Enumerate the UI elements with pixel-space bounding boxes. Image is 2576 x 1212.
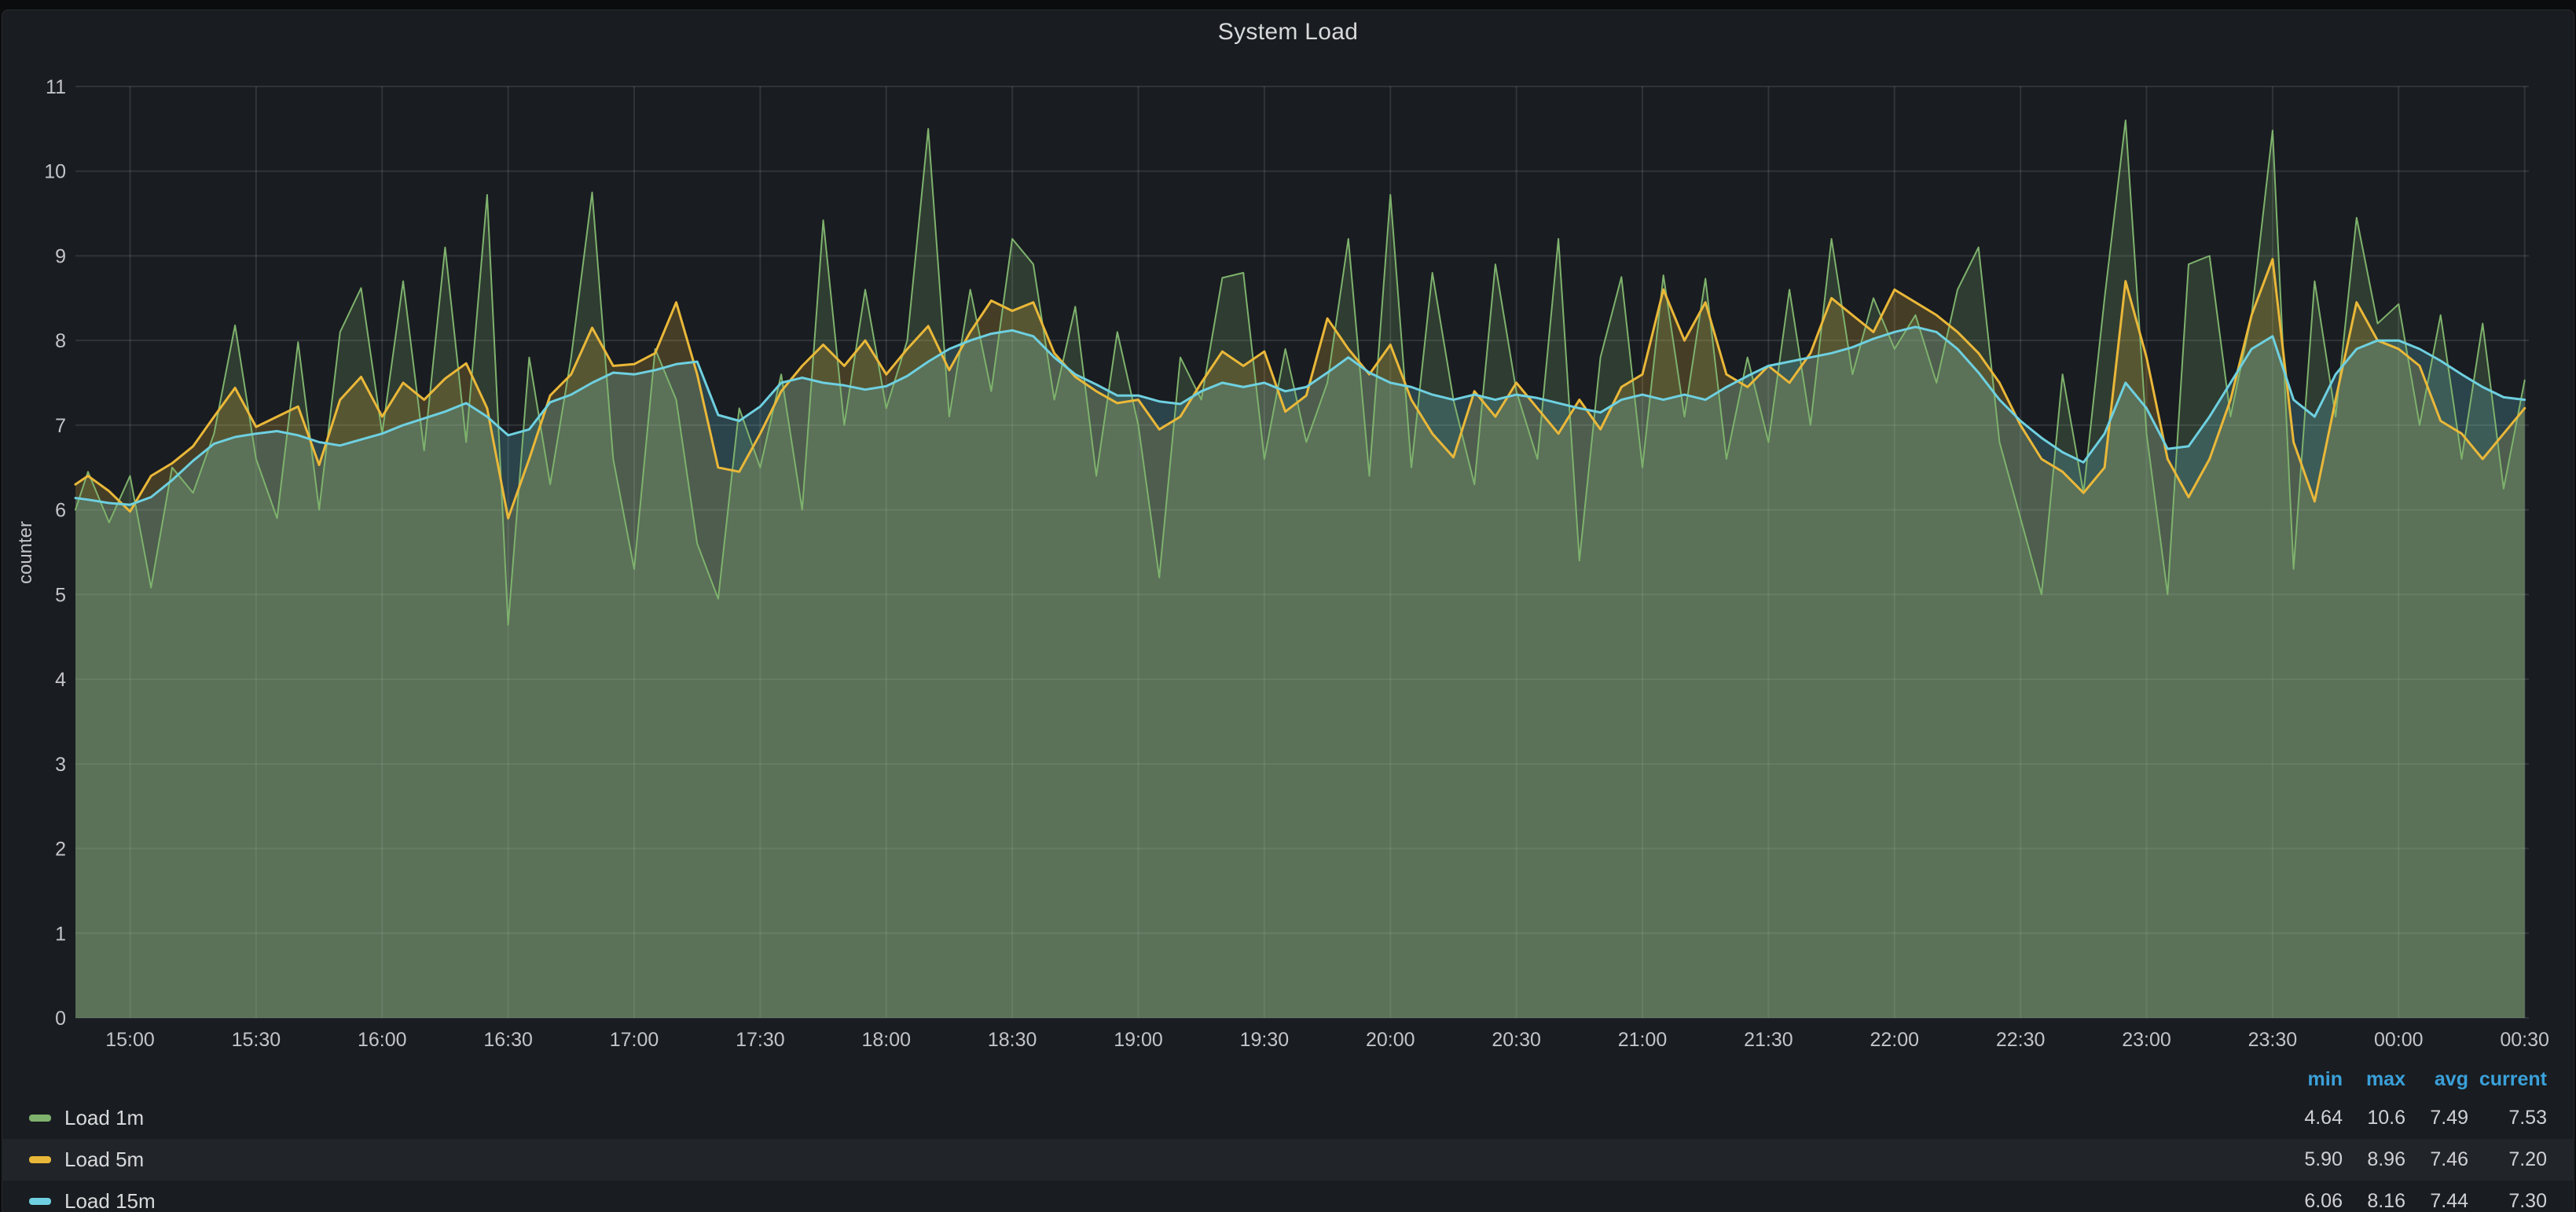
svg-text:17:30: 17:30 xyxy=(736,1029,785,1051)
legend-rows: Load 1m4.6410.67.497.53Load 5m5.908.967.… xyxy=(2,1097,2574,1212)
legend-header-current[interactable]: current xyxy=(2468,1068,2547,1091)
legend-row-load-1m: Load 1m 4.6410.67.497.53 xyxy=(2,1097,2574,1139)
svg-text:00:30: 00:30 xyxy=(2500,1029,2549,1051)
legend-value-current: 7.53 xyxy=(2468,1107,2547,1129)
legend-label-cell: Load 1m xyxy=(2,1106,2280,1130)
svg-text:16:00: 16:00 xyxy=(358,1029,407,1051)
x-axis-labels: 15:00 15:30 16:00 16:30 17:00 17:30 18:00 18:30… xyxy=(105,1029,2549,1051)
legend-value-max: 8.16 xyxy=(2343,1190,2405,1212)
series-fills xyxy=(75,120,2525,1018)
svg-text:3: 3 xyxy=(55,754,66,776)
svg-text:23:30: 23:30 xyxy=(2248,1029,2298,1051)
legend-value-avg: 7.46 xyxy=(2405,1148,2468,1171)
y-axis-labels: 0 1 2 3 4 5 6 7 8 9 10 11 xyxy=(44,76,66,1030)
svg-text:21:00: 21:00 xyxy=(1618,1029,1668,1051)
svg-text:11: 11 xyxy=(46,76,66,98)
legend-value-current: 7.30 xyxy=(2468,1190,2547,1212)
legend-row-load-15m: Load 15m 6.068.167.447.30 xyxy=(2,1181,2574,1212)
legend-value-avg: 7.44 xyxy=(2405,1190,2468,1212)
legend-header-row: min max avg current xyxy=(2,1061,2574,1097)
legend-value-max: 10.6 xyxy=(2343,1107,2405,1129)
legend-label-cell: Load 15m xyxy=(2,1189,2280,1212)
legend-header-min[interactable]: min xyxy=(2280,1068,2343,1091)
legend-swatch-icon[interactable] xyxy=(29,1198,51,1205)
svg-text:00:00: 00:00 xyxy=(2374,1029,2424,1051)
legend-header-avg[interactable]: avg xyxy=(2405,1068,2468,1091)
svg-text:0: 0 xyxy=(55,1008,66,1030)
legend-value-min: 6.06 xyxy=(2280,1190,2343,1212)
legend: min max avg current Load 1m4.6410.67.497… xyxy=(2,1061,2574,1212)
svg-text:2: 2 xyxy=(55,839,66,861)
svg-text:8: 8 xyxy=(55,330,66,352)
legend-value-current: 7.20 xyxy=(2468,1148,2547,1171)
legend-swatch-icon[interactable] xyxy=(29,1115,51,1122)
svg-text:20:30: 20:30 xyxy=(1492,1029,1541,1051)
legend-series-name[interactable]: Load 15m xyxy=(64,1189,156,1212)
svg-text:4: 4 xyxy=(55,669,66,691)
legend-value-avg: 7.49 xyxy=(2405,1107,2468,1129)
load-chart[interactable]: 0123456789101115:0015:3016:0016:3017:001… xyxy=(0,0,2576,1058)
legend-header-max[interactable]: max xyxy=(2343,1068,2405,1091)
svg-text:15:00: 15:00 xyxy=(105,1029,155,1051)
legend-value-max: 8.96 xyxy=(2343,1148,2405,1171)
grafana-panel-view: System Load 0123456789101115:0015:3016:0… xyxy=(0,0,2576,1212)
svg-text:22:00: 22:00 xyxy=(1870,1029,1919,1051)
svg-text:18:00: 18:00 xyxy=(861,1029,911,1051)
svg-text:10: 10 xyxy=(44,161,66,183)
svg-text:5: 5 xyxy=(55,584,66,606)
svg-text:23:00: 23:00 xyxy=(2122,1029,2171,1051)
svg-text:19:30: 19:30 xyxy=(1240,1029,1290,1051)
y-axis-title: counter xyxy=(15,521,37,584)
svg-text:17:00: 17:00 xyxy=(610,1029,659,1051)
svg-text:20:00: 20:00 xyxy=(1366,1029,1415,1051)
svg-text:15:30: 15:30 xyxy=(232,1029,281,1051)
svg-text:7: 7 xyxy=(55,415,66,437)
svg-text:9: 9 xyxy=(55,245,66,267)
svg-text:18:30: 18:30 xyxy=(988,1029,1037,1051)
legend-label-cell: Load 5m xyxy=(2,1148,2280,1172)
legend-value-min: 5.90 xyxy=(2280,1148,2343,1171)
svg-text:22:30: 22:30 xyxy=(1996,1029,2046,1051)
svg-text:1: 1 xyxy=(55,923,66,945)
legend-row-load-5m: Load 5m 5.908.967.467.20 xyxy=(2,1139,2574,1181)
legend-series-name[interactable]: Load 5m xyxy=(64,1148,144,1172)
legend-swatch-icon[interactable] xyxy=(29,1156,51,1163)
svg-text:19:00: 19:00 xyxy=(1114,1029,1163,1051)
svg-text:21:30: 21:30 xyxy=(1744,1029,1793,1051)
legend-series-name[interactable]: Load 1m xyxy=(64,1106,144,1130)
legend-value-min: 4.64 xyxy=(2280,1107,2343,1129)
svg-text:16:30: 16:30 xyxy=(483,1029,533,1051)
svg-text:6: 6 xyxy=(55,500,66,522)
